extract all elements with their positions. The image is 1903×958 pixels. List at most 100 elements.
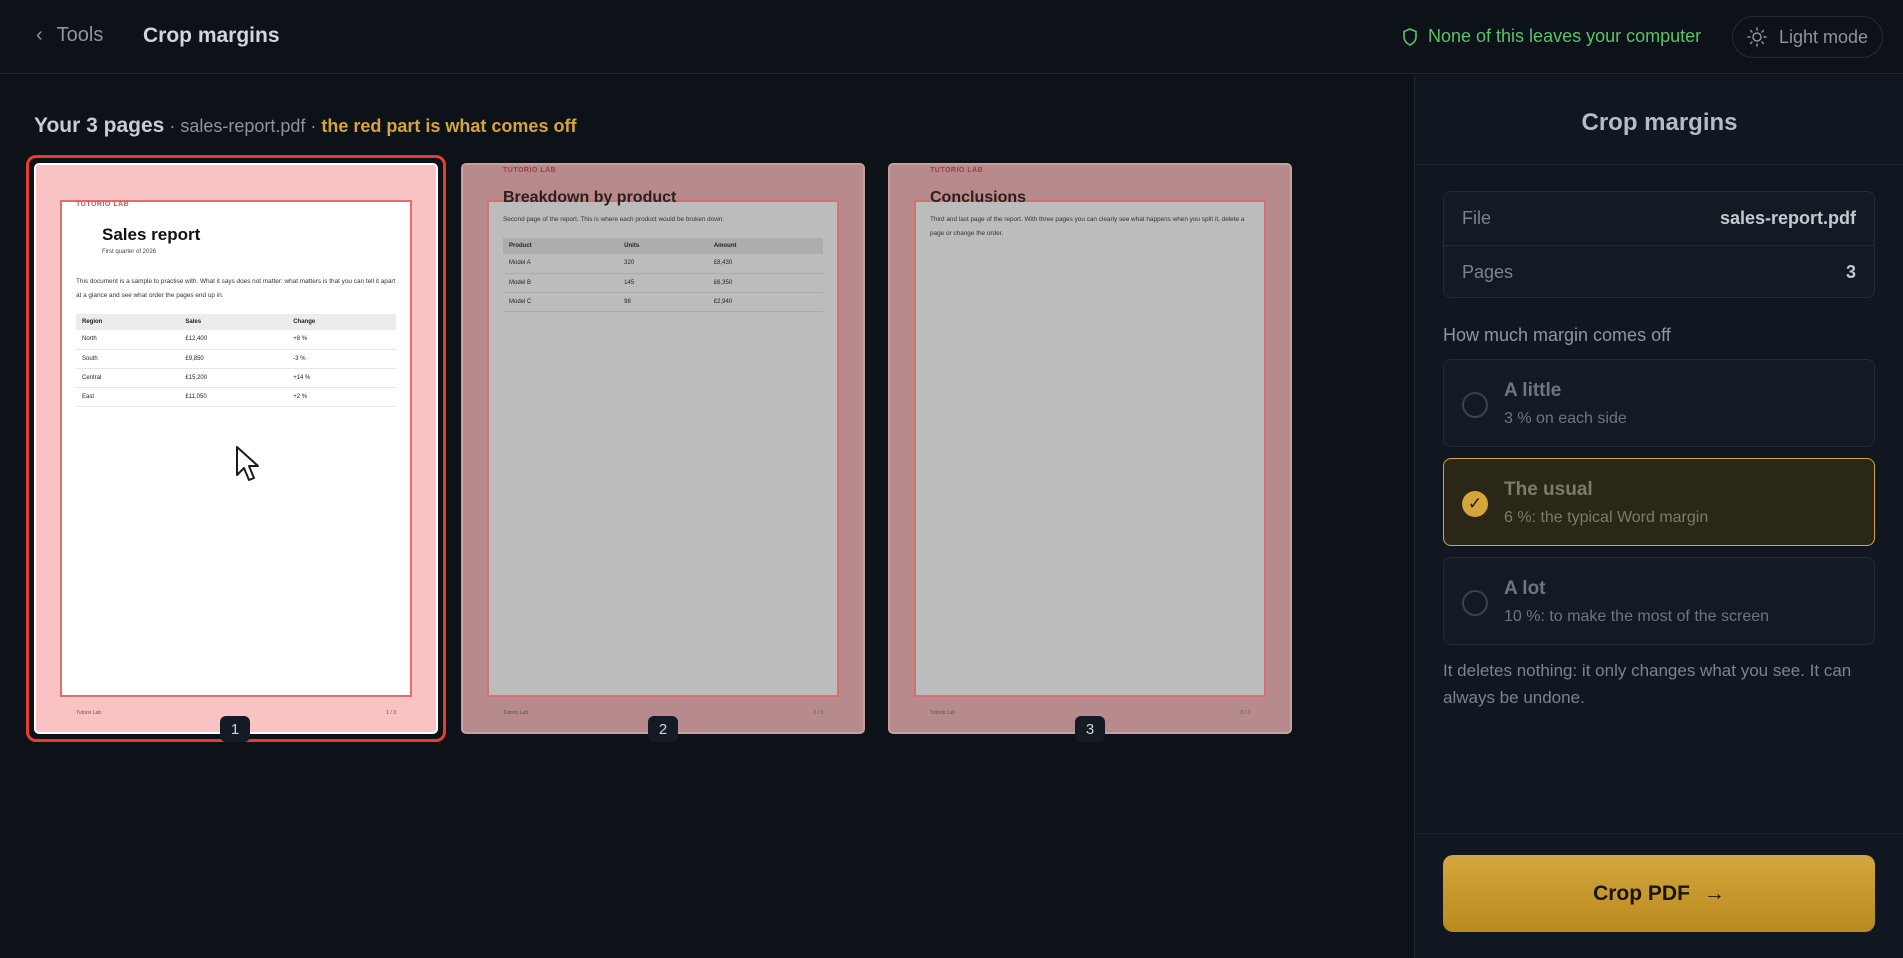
page-subtitle: First quarter of 2026 xyxy=(102,249,157,255)
page-brand: TUTORIO LAB xyxy=(930,167,984,174)
page-footer-left: Tutorio Lab xyxy=(503,710,529,716)
table-cell: +8 % xyxy=(287,330,396,350)
light-mode-label: Light mode xyxy=(1778,26,1869,47)
option-a-lot[interactable]: A lot 10 %: to make the most of the scre… xyxy=(1443,557,1875,645)
table-cell: East xyxy=(76,387,180,407)
back-label: Tools xyxy=(56,24,104,46)
table-header: Region xyxy=(76,314,180,330)
table-row: Model A 320 £8,430 xyxy=(503,254,823,274)
file-info-card: File sales-report.pdf Pages 3 xyxy=(1443,191,1875,298)
page-thumbnail-2[interactable]: TUTORIO LAB Breakdown by product Second … xyxy=(461,163,865,734)
page-body-text: Third and last page of the report. With … xyxy=(930,216,1245,237)
table-cell: -3 % xyxy=(287,349,396,369)
table-cell: £12,400 xyxy=(179,330,288,350)
page-number-badge: 3 xyxy=(1075,716,1105,742)
table-cell: Model A xyxy=(503,254,619,274)
settings-sidebar: Crop margins File sales-report.pdf Pages… xyxy=(1414,75,1903,958)
page-footer-right: 3 / 3 xyxy=(1240,710,1250,716)
table-cell: North xyxy=(76,330,180,350)
table-header: Change xyxy=(287,314,396,330)
page-footer-left: Tutorio Lab xyxy=(930,710,956,716)
undo-note: It deletes nothing: it only changes what… xyxy=(1443,661,1852,707)
table-cell: 98 xyxy=(618,292,708,312)
page-number-badge: 1 xyxy=(220,716,250,742)
top-bar: ‹ Tools Crop margins None of this leaves… xyxy=(0,0,1903,74)
table-header: Amount xyxy=(707,238,823,254)
table-cell: +2 % xyxy=(287,387,396,407)
divider xyxy=(1415,833,1903,834)
option-title: The usual xyxy=(1504,479,1593,500)
shield-icon xyxy=(1403,27,1417,46)
arrow-right-icon: → xyxy=(1703,881,1725,905)
page-title-text: Breakdown by product xyxy=(503,189,677,206)
option-title: A lot xyxy=(1504,578,1546,599)
table-row: East £11,050 +2 % xyxy=(76,387,396,407)
table-cell: South xyxy=(76,349,180,369)
pages-value: 3 xyxy=(1845,261,1856,282)
table-cell: 320 xyxy=(618,254,708,274)
page-body-text: Second page of the report. This is where… xyxy=(503,216,725,223)
table-row: Model B 145 £6,350 xyxy=(503,273,823,293)
crop-hint: the red part is what comes off xyxy=(321,116,577,136)
page-footer-left: Tutorio Lab xyxy=(76,710,102,716)
page-title-text: Sales report xyxy=(102,225,201,244)
table-header: Sales xyxy=(179,314,288,330)
page-body-text: This document is a sample to practise wi… xyxy=(76,278,396,299)
file-name-part: · sales-report.pdf · xyxy=(164,116,322,136)
page-table: Region Sales Change North £12,400 +8 % S… xyxy=(76,314,396,407)
page-table: Product Units Amount Model A 320 £8,430 … xyxy=(503,238,823,312)
page-brand: TUTORIO LAB xyxy=(503,167,557,174)
table-header: Product xyxy=(503,238,619,254)
option-a-little[interactable]: A little 3 % on each side xyxy=(1443,359,1875,447)
light-mode-button[interactable]: Light mode xyxy=(1732,16,1883,58)
page-footer-right: 1 / 3 xyxy=(386,710,396,716)
page-thumbnail-1[interactable]: TUTORIO LAB Sales report First quarter o… xyxy=(34,163,438,734)
radio-button[interactable] xyxy=(1462,392,1488,418)
file-value: sales-report.pdf xyxy=(1719,208,1856,228)
page-count-label: Your 3 pages xyxy=(34,114,165,137)
pages-heading: Your 3 pages · sales-report.pdf · the re… xyxy=(34,114,576,138)
table-row: Central £15,200 +14 % xyxy=(76,368,396,388)
table-cell: +14 % xyxy=(287,368,396,388)
table-cell: £15,200 xyxy=(179,368,288,388)
privacy-text: None of this leaves your computer xyxy=(1428,26,1702,46)
radio-button[interactable] xyxy=(1462,590,1488,616)
back-to-tools-link[interactable]: ‹ Tools xyxy=(36,24,103,47)
table-cell: 145 xyxy=(618,273,708,293)
table-row: Model C 98 £2,940 xyxy=(503,292,823,312)
table-header: Units xyxy=(618,238,708,254)
pages-label: Pages xyxy=(1462,261,1514,282)
table-cell: £9,850 xyxy=(179,349,288,369)
privacy-notice: None of this leaves your computer xyxy=(1402,26,1701,47)
file-label: File xyxy=(1462,208,1492,228)
page-thumbnail-3[interactable]: TUTORIO LAB Conclusions Third and last p… xyxy=(888,163,1292,734)
page-number-badge: 2 xyxy=(648,716,678,742)
option-description: 3 % on each side xyxy=(1504,410,1627,427)
table-cell: £6,350 xyxy=(707,273,823,293)
table-cell: Model B xyxy=(503,273,619,293)
option-title: A little xyxy=(1504,380,1562,401)
table-row: North £12,400 +8 % xyxy=(76,330,396,350)
divider xyxy=(1415,164,1903,165)
file-row: File sales-report.pdf xyxy=(1444,192,1874,245)
crop-pdf-button[interactable]: Crop PDF → xyxy=(1443,855,1875,932)
option-the-usual[interactable]: ✓ The usual 6 %: the typical Word margin xyxy=(1443,458,1875,546)
option-description: 6 %: the typical Word margin xyxy=(1504,509,1709,526)
chevron-left-icon: ‹ xyxy=(36,24,43,46)
option-description: 10 %: to make the most of the screen xyxy=(1504,608,1770,625)
kept-area xyxy=(914,200,1266,697)
check-icon[interactable]: ✓ xyxy=(1462,491,1488,517)
page-title: Crop margins xyxy=(143,24,280,47)
page-title-text: Conclusions xyxy=(930,189,1027,206)
table-cell: Central xyxy=(76,368,180,388)
margin-amount-label: How much margin comes off xyxy=(1443,325,1671,345)
kept-area: Sales report First quarter of 2026 This … xyxy=(60,200,412,697)
sun-icon xyxy=(1747,27,1767,47)
page-footer-right: 2 / 3 xyxy=(813,710,823,716)
sidebar-title: Crop margins xyxy=(1581,109,1738,136)
page-brand-overlay: TUTORIO LAB xyxy=(76,201,130,208)
table-cell: Model C xyxy=(503,292,619,312)
table-cell: £2,940 xyxy=(707,292,823,312)
crop-pdf-label: Crop PDF xyxy=(1593,881,1690,905)
pages-row: Pages 3 xyxy=(1444,245,1874,298)
